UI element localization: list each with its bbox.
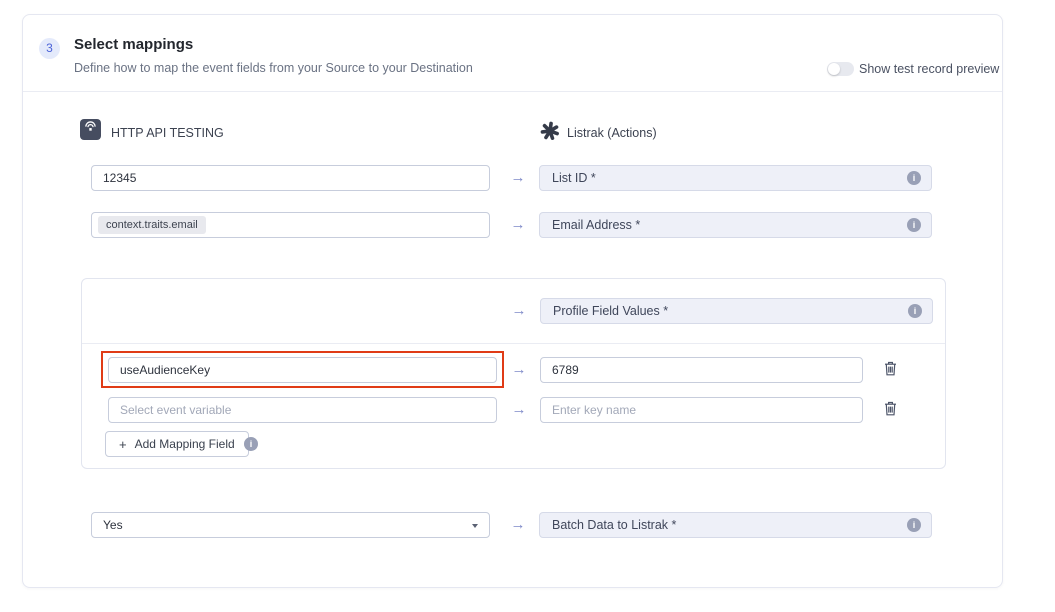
profile-pair-variable-input[interactable] (108, 397, 497, 423)
select-mappings-card: 3 Select mappings Define how to map the … (22, 14, 1003, 588)
batch-data-select[interactable]: Yes (91, 512, 490, 538)
mapping-arrow-icon: → (505, 512, 531, 538)
source-name: HTTP API TESTING (111, 126, 224, 140)
event-variable-token: context.traits.email (98, 216, 206, 234)
section-title: Select mappings (74, 36, 193, 53)
add-mapping-field-button[interactable]: + Add Mapping Field (105, 431, 249, 457)
list-id-source-input[interactable] (91, 165, 490, 191)
step-number-badge: 3 (39, 38, 60, 59)
show-test-record-preview-toggle[interactable] (827, 62, 854, 76)
mapping-arrow-icon: → (505, 212, 531, 238)
email-source-input[interactable]: context.traits.email (91, 212, 490, 238)
info-icon[interactable]: i (907, 518, 921, 532)
mapping-arrow-icon: → (506, 298, 532, 324)
info-icon[interactable]: i (244, 437, 258, 451)
delete-mapping-pair-button[interactable] (882, 401, 899, 418)
chevron-down-icon (472, 524, 478, 528)
http-api-source-icon (80, 119, 101, 140)
info-icon[interactable]: i (907, 218, 921, 232)
delete-mapping-pair-button[interactable] (882, 361, 899, 378)
destination-name: Listrak (Actions) (567, 126, 657, 140)
profile-pair-key-input[interactable] (540, 357, 863, 383)
info-icon[interactable]: i (908, 304, 922, 318)
toggle-knob (828, 63, 840, 75)
listrak-asterisk-icon (540, 121, 560, 141)
profile-pair-key-input[interactable] (540, 397, 863, 423)
mapping-arrow-icon: → (506, 397, 532, 423)
mapping-arrow-icon: → (505, 165, 531, 191)
mappings-page: { "header": { "step_number": "3", "title… (0, 0, 1055, 612)
toggle-label: Show test record preview (859, 62, 999, 76)
profile-pair-variable-input[interactable] (108, 357, 497, 383)
mapping-arrow-icon: → (506, 357, 532, 383)
profile-field-values-group: → Profile Field Values * i → (81, 278, 946, 469)
info-icon[interactable]: i (907, 171, 921, 185)
batch-data-selected-value: Yes (103, 518, 123, 532)
trash-icon (884, 364, 897, 379)
group-divider (82, 343, 945, 344)
plus-icon: + (119, 437, 127, 452)
destination-field-label: Batch Data to Listrak * (552, 518, 676, 532)
destination-field-label: List ID * (552, 171, 596, 185)
broadcast-icon (84, 121, 97, 139)
email-destination-field: Email Address * i (539, 212, 932, 238)
list-id-destination-field: List ID * i (539, 165, 932, 191)
card-header: 3 Select mappings Define how to map the … (23, 15, 1002, 92)
trash-icon (884, 404, 897, 419)
add-mapping-field-label: Add Mapping Field (135, 437, 235, 451)
section-subtitle: Define how to map the event fields from … (74, 61, 473, 75)
profile-field-values-destination-field: Profile Field Values * i (540, 298, 933, 324)
batch-data-destination-field: Batch Data to Listrak * i (539, 512, 932, 538)
destination-field-label: Profile Field Values * (553, 304, 668, 318)
destination-field-label: Email Address * (552, 218, 640, 232)
